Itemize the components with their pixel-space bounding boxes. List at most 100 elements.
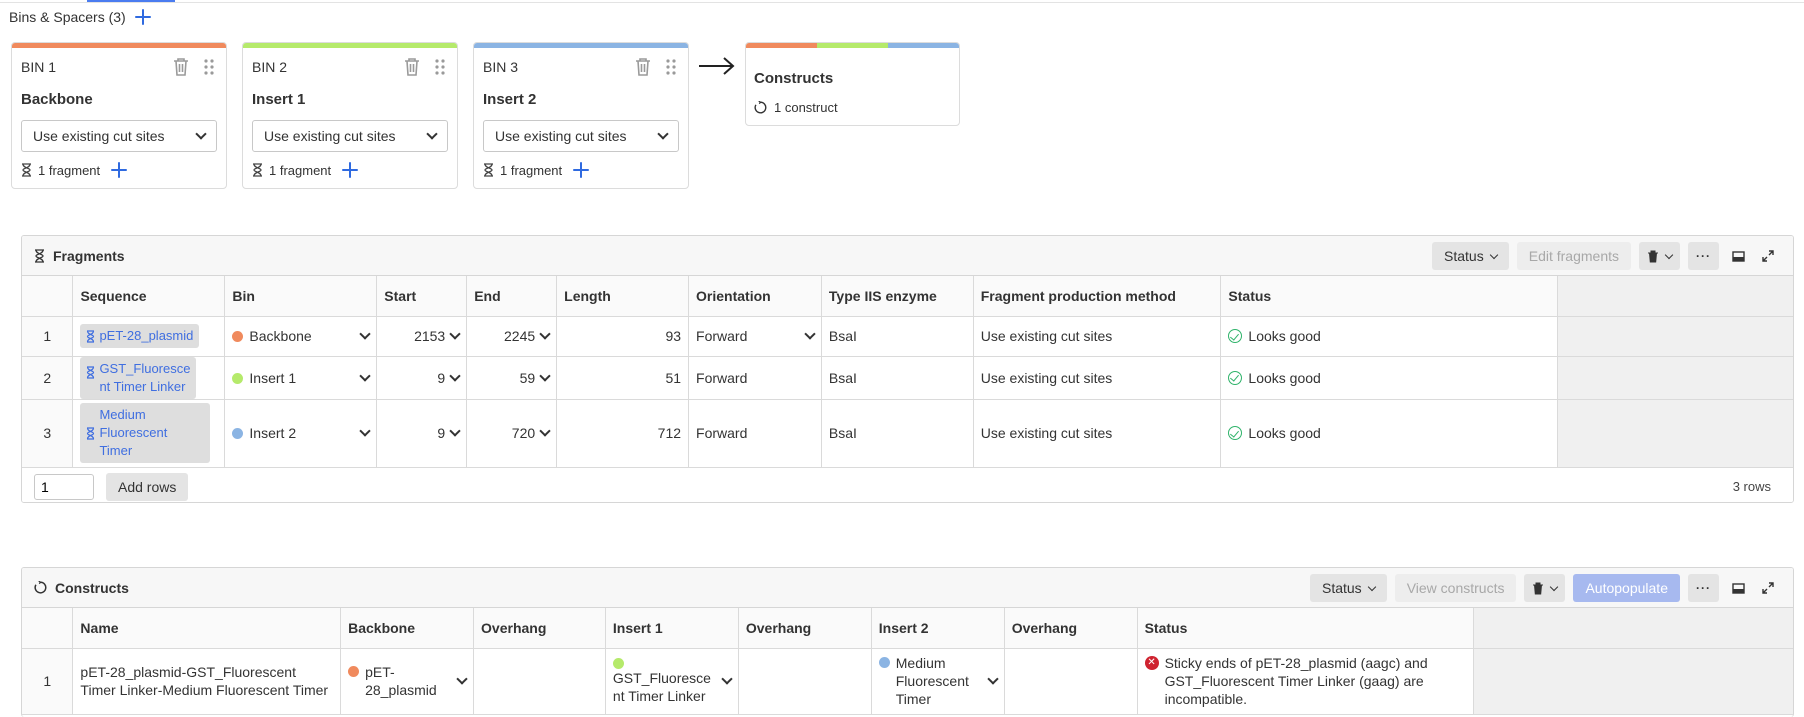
chevron-down-icon [359, 425, 371, 437]
column-header[interactable]: Backbone [340, 608, 475, 649]
bin-cell[interactable]: Insert 2 [224, 399, 378, 468]
more-options-button[interactable]: ··· [1688, 574, 1719, 602]
end-value: 2245 [504, 328, 536, 344]
column-header[interactable]: Name [72, 608, 342, 649]
column-header[interactable]: Sequence [72, 276, 226, 317]
more-options-button[interactable]: ··· [1688, 242, 1719, 270]
dock-panel-button[interactable] [1727, 242, 1749, 270]
cut-method-select[interactable]: Use existing cut sites [252, 120, 448, 152]
trash-icon[interactable] [634, 57, 652, 77]
column-header[interactable]: Bin [224, 276, 378, 317]
bin-card-3[interactable]: BIN 3 Insert 2 Use existing cut sites 1 … [473, 42, 689, 189]
chevron-down-icon [657, 128, 669, 140]
bin-color-dot [348, 666, 360, 677]
add-fragment-plus-icon[interactable] [341, 161, 359, 179]
expand-panel-button[interactable] [1757, 242, 1779, 270]
column-header[interactable]: Length [556, 276, 690, 317]
drag-handle-icon[interactable] [202, 58, 216, 76]
insert1-cell[interactable]: GST_Fluoresce nt Timer Linker [605, 648, 739, 715]
orientation-value[interactable]: Forward [688, 399, 822, 468]
status-filter-label: Status [1444, 248, 1484, 264]
cut-method-select[interactable]: Use existing cut sites [483, 120, 679, 152]
drag-handle-icon[interactable] [664, 58, 678, 76]
add-fragment-plus-icon[interactable] [572, 161, 590, 179]
column-header[interactable]: Overhang [1004, 608, 1138, 649]
delete-menu-button[interactable] [1639, 242, 1680, 270]
circular-construct-icon [754, 101, 767, 114]
drag-handle-icon[interactable] [433, 58, 447, 76]
column-header[interactable]: Orientation [688, 276, 822, 317]
constructs-panel-title: Constructs [55, 579, 129, 596]
bin-cell[interactable]: Insert 1 [224, 356, 378, 400]
length-value: 93 [556, 316, 690, 357]
add-rows-button[interactable]: Add rows [106, 472, 189, 501]
end-cell[interactable]: 2245 [466, 316, 558, 357]
insert2-cell[interactable]: Medium Fluorescent Timer [871, 648, 1005, 715]
trash-icon[interactable] [172, 57, 190, 77]
orientation-value[interactable]: Forward [688, 356, 822, 400]
top-divider [0, 0, 1804, 3]
chevron-down-icon [987, 673, 999, 685]
add-bin-plus-icon[interactable] [134, 8, 152, 26]
column-header[interactable]: Start [376, 276, 468, 317]
view-constructs-button[interactable]: View constructs [1394, 574, 1517, 602]
backbone-cell[interactable]: pET- 28_plasmid [340, 648, 475, 715]
empty-fill [1557, 276, 1793, 317]
cut-method-select[interactable]: Use existing cut sites [21, 120, 217, 152]
status-cell: Looks good [1228, 425, 1549, 441]
column-header[interactable]: Overhang [473, 608, 606, 649]
dock-panel-button[interactable] [1727, 574, 1749, 602]
sequence-link[interactable]: Medium Fluorescent Timer [80, 403, 211, 463]
row-index: 3 [22, 399, 74, 468]
column-header[interactable]: End [466, 276, 558, 317]
constructs-toolbar: Status View constructs Autopopulate ··· [1309, 574, 1779, 602]
row-index: 2 [22, 356, 74, 400]
column-header[interactable]: Status [1220, 276, 1558, 317]
column-header[interactable]: Insert 1 [605, 608, 739, 649]
orientation-value: Forward [696, 328, 748, 344]
dock-bottom-icon [1731, 250, 1745, 262]
sequence-link[interactable]: GST_Fluoresce nt Timer Linker [80, 356, 197, 399]
bin-cell[interactable]: Backbone [224, 316, 378, 357]
add-fragment-plus-icon[interactable] [110, 161, 128, 179]
table-row[interactable]: 1 pET-28_plasmid Backbone 2153 2245 93 F… [22, 316, 1793, 357]
start-value: 9 [437, 425, 446, 441]
expand-icon [1762, 582, 1774, 594]
add-rows-count-input[interactable] [34, 473, 94, 500]
column-header[interactable]: Status [1137, 608, 1475, 649]
table-row[interactable]: 2 GST_Fluoresce nt Timer Linker Insert 1… [22, 356, 1793, 400]
expand-panel-button[interactable] [1757, 574, 1779, 602]
chevron-down-icon [721, 673, 733, 685]
trash-icon[interactable] [403, 57, 421, 77]
column-header[interactable]: Type IIS enzyme [821, 276, 974, 317]
check-circle-icon [1228, 370, 1243, 385]
end-cell[interactable]: 720 [466, 399, 558, 468]
check-circle-icon [1228, 329, 1243, 343]
fragments-panel: Fragments Status Edit fragments ··· Sequ… [21, 235, 1794, 503]
bin-card-1[interactable]: BIN 1 Backbone Use existing cut sites 1 … [11, 42, 227, 189]
edit-fragments-button[interactable]: Edit fragments [1516, 242, 1631, 270]
constructs-summary-card[interactable]: Constructs 1 construct [745, 42, 960, 126]
bin-card-2[interactable]: BIN 2 Insert 1 Use existing cut sites 1 … [242, 42, 458, 189]
status-filter-button[interactable]: Status [1309, 574, 1387, 602]
column-header[interactable]: Overhang [738, 608, 872, 649]
delete-menu-button[interactable] [1524, 574, 1566, 602]
construct-name: pET-28_plasmid-GST_Fluorescent Timer Lin… [72, 648, 342, 715]
chevron-down-icon [449, 369, 461, 382]
status-filter-button[interactable]: Status [1432, 242, 1509, 270]
start-cell[interactable]: 9 [376, 399, 468, 468]
start-cell[interactable]: 9 [376, 356, 468, 400]
column-header[interactable]: Insert 2 [871, 608, 1005, 649]
sequence-link[interactable]: pET-28_plasmid [80, 324, 200, 348]
table-row[interactable]: 1 pET-28_plasmid-GST_Fluorescent Timer L… [22, 648, 1793, 715]
overhang-cell [473, 648, 606, 715]
table-row[interactable]: 3 Medium Fluorescent Timer Insert 2 9 72… [22, 399, 1793, 468]
column-header[interactable]: Fragment production method [973, 276, 1222, 317]
autopopulate-button[interactable]: Autopopulate [1573, 574, 1680, 602]
bin-title: BIN 2 [252, 59, 288, 75]
orientation-cell[interactable]: Forward [688, 316, 822, 357]
end-cell[interactable]: 59 [466, 356, 558, 400]
chevron-down-icon [449, 425, 461, 437]
start-cell[interactable]: 2153 [376, 316, 468, 357]
chevron-down-icon [539, 369, 551, 382]
